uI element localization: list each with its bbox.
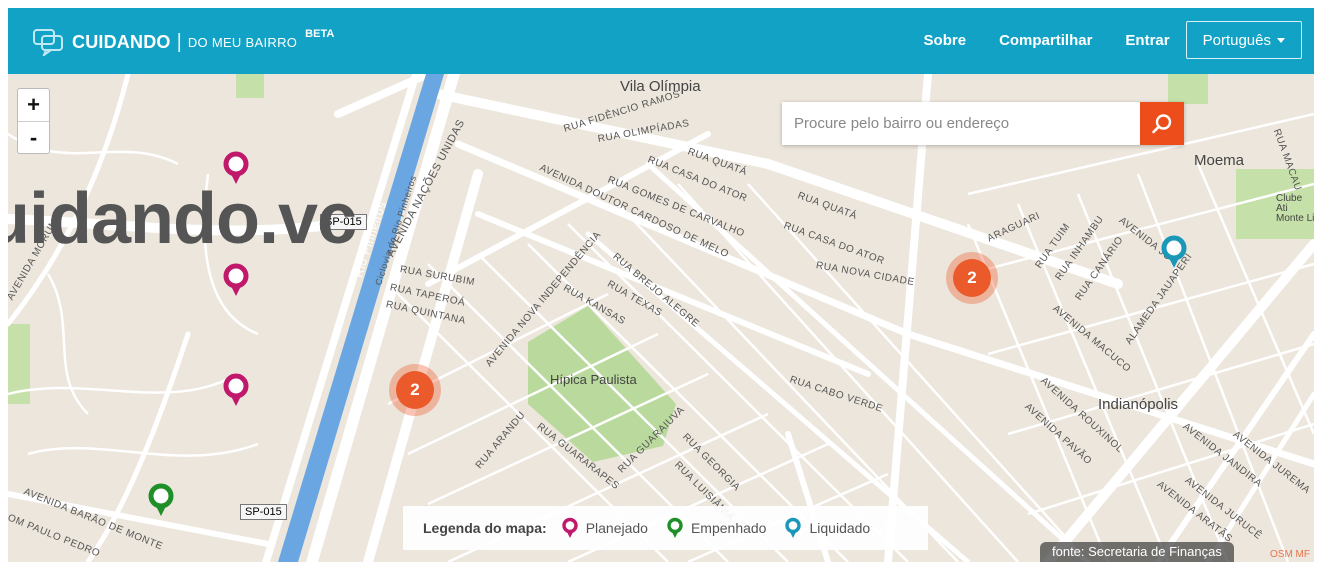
marker-cluster[interactable]: 2	[389, 364, 441, 416]
legend-label: Planejado	[585, 520, 648, 536]
brand-logo[interactable]: CUIDANDO | DO MEU BAIRRO BETA	[32, 22, 334, 62]
search-icon	[1152, 113, 1172, 133]
brand-subtitle: DO MEU BAIRRO	[187, 34, 298, 50]
place-moema: Moema	[1194, 152, 1245, 169]
zoom-out-button[interactable]: -	[18, 121, 49, 153]
map-attribution[interactable]: OSM MF	[1270, 549, 1310, 560]
cluster-count: 2	[396, 371, 434, 409]
nav-login[interactable]: Entrar	[1125, 32, 1169, 49]
map-tiles	[8, 74, 1314, 562]
pin-icon	[785, 517, 802, 538]
marker-liquidado[interactable]	[1159, 234, 1189, 272]
map-canvas[interactable]: Vila Olímpia Moema Hípica Paulista India…	[8, 74, 1314, 562]
address-search	[782, 102, 1184, 145]
ciclovia-path	[262, 74, 420, 562]
marker-cluster[interactable]: 2	[946, 252, 998, 304]
legend-item-empenhado: Empenhado	[666, 517, 767, 539]
legend-title: Legenda do mapa:	[423, 520, 547, 536]
pin-icon	[667, 517, 683, 538]
legend-label: Liquidado	[809, 520, 871, 536]
search-button[interactable]	[1140, 102, 1184, 145]
marker-planejado[interactable]	[221, 372, 251, 410]
place-clube: Clube Ati Monte Li	[1276, 193, 1314, 224]
highway-shield: SP-015	[240, 504, 287, 520]
watermark-text: uidando.vc	[8, 179, 357, 259]
marker-planejado[interactable]	[221, 262, 251, 300]
main-nav: Sobre Compartilhar Entrar Português	[891, 20, 1302, 60]
beta-badge: BETA	[305, 28, 335, 40]
park-area	[1168, 74, 1208, 104]
brand-separator: |	[176, 30, 182, 53]
nav-share[interactable]: Compartilhar	[999, 32, 1092, 49]
legend-label: Empenhado	[690, 520, 767, 536]
speech-bubble-icon	[33, 29, 63, 56]
data-source-label: fonte: Secretaria de Finanças	[1040, 542, 1234, 562]
rio-pinheiros	[278, 74, 444, 562]
nav-about[interactable]: Sobre	[924, 32, 967, 49]
marker-planejado[interactable]	[221, 150, 251, 188]
park-area	[236, 74, 264, 98]
search-input[interactable]	[782, 102, 1140, 145]
zoom-control: + -	[17, 88, 50, 154]
cluster-count: 2	[953, 259, 991, 297]
pin-icon	[561, 517, 578, 538]
language-dropdown[interactable]: Português	[1185, 21, 1302, 59]
legend-item-planejado: Planejado	[561, 517, 648, 539]
language-label: Português	[1202, 31, 1271, 49]
caret-down-icon	[1277, 37, 1285, 43]
zoom-in-button[interactable]: +	[18, 89, 49, 121]
map-legend: Legenda do mapa: Planejado Empenhado Liq…	[403, 506, 928, 550]
brand-name: CUIDANDO	[72, 31, 171, 52]
legend-item-liquidado: Liquidado	[784, 517, 870, 539]
marker-empenhado[interactable]	[146, 482, 176, 520]
place-hipica-paulista: Hípica Paulista	[550, 372, 637, 387]
place-indianopolis: Indianópolis	[1098, 396, 1179, 413]
place-vila-olimpia: Vila Olímpia	[620, 78, 701, 95]
top-navbar: CUIDANDO | DO MEU BAIRRO BETA Sobre Comp…	[8, 8, 1314, 74]
